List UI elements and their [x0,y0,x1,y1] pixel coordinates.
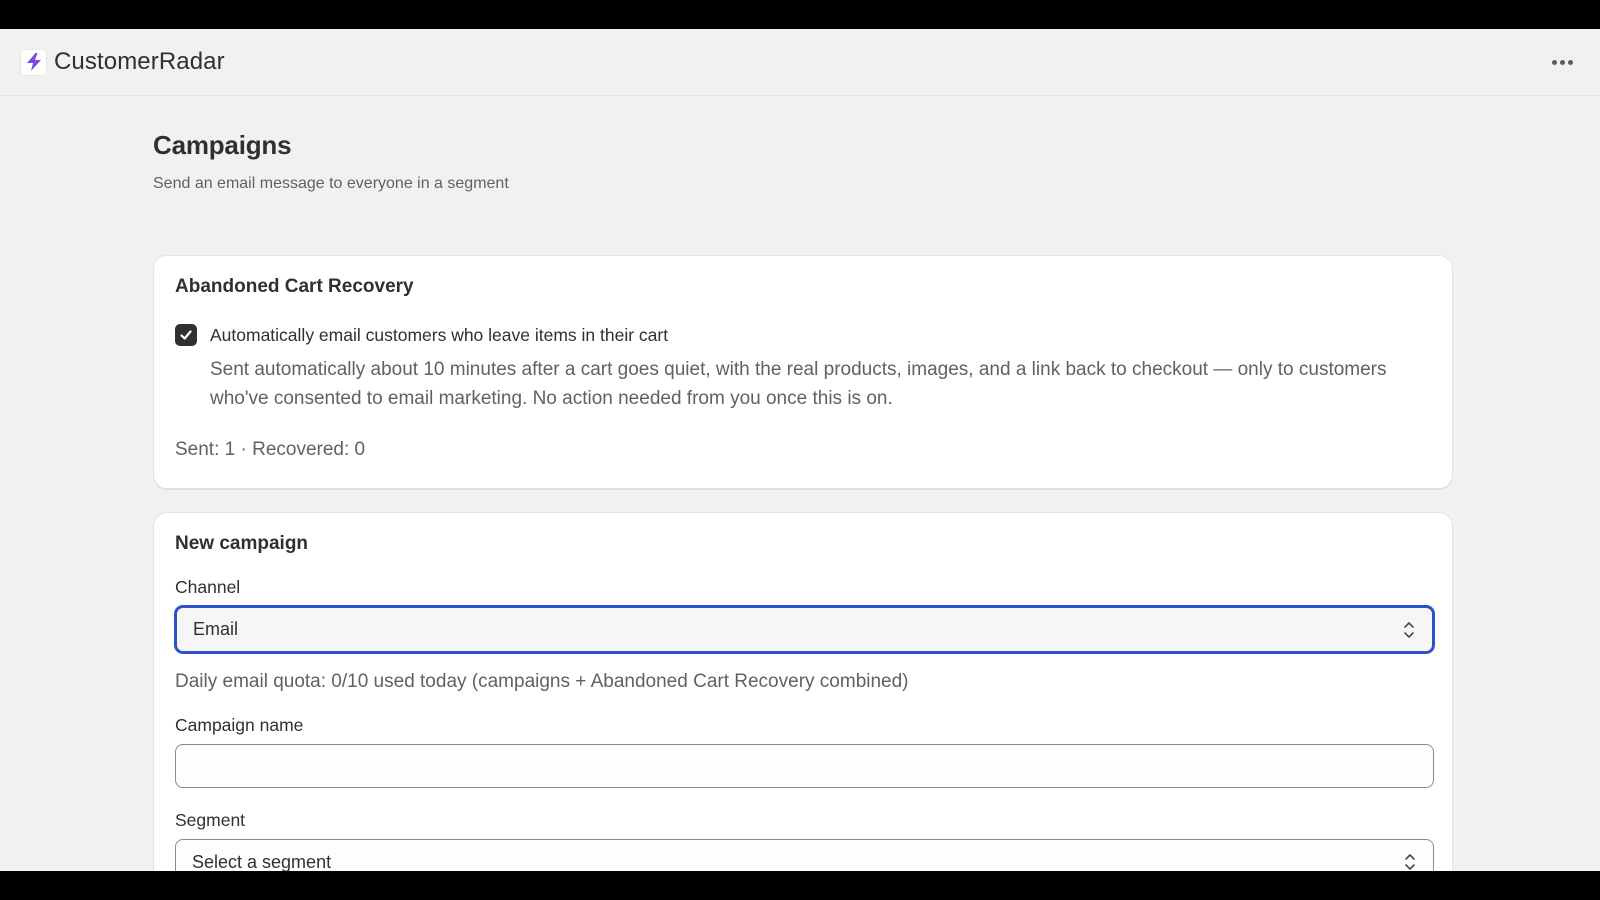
new-campaign-card: New campaign Channel Email Daily email q… [153,512,1453,871]
campaigns-page: Campaigns Send an email message to every… [153,130,1453,871]
more-horizontal-icon [1551,59,1557,65]
select-chevrons-icon [1405,854,1415,870]
abandoned-cart-checkbox-row[interactable]: Automatically email customers who leave … [175,324,1431,346]
page-title: Campaigns [153,130,292,160]
abandoned-cart-checkbox[interactable] [175,324,197,346]
channel-label: Channel [175,577,241,597]
new-campaign-title: New campaign [175,533,309,554]
abandoned-cart-help-text: Sent automatically about 10 minutes afte… [210,359,1387,409]
checkmark-icon [180,330,192,340]
abandoned-cart-title: Abandoned Cart Recovery [175,276,414,297]
lightning-bolt-icon [20,48,47,76]
app-title: CustomerRadar [54,48,225,75]
abandoned-cart-checkbox-label[interactable]: Automatically email customers who leave … [210,324,668,346]
app-header: CustomerRadar [0,29,1600,96]
page-subtitle: Send an email message to everyone in a s… [153,175,509,192]
segment-select-value: Select a segment [192,851,332,872]
more-actions-button[interactable] [1544,44,1580,80]
campaign-name-label: Campaign name [175,715,304,735]
campaign-name-input[interactable] [175,744,1434,788]
select-chevrons-icon [1404,621,1414,638]
segment-label: Segment [175,810,246,830]
email-quota-text: Daily email quota: 0/10 used today (camp… [175,671,909,692]
abandoned-cart-card: Abandoned Cart Recovery Automatically em… [153,255,1453,489]
channel-select[interactable]: Email [175,606,1434,653]
app-viewport: CustomerRadar Campaigns Send an email me… [0,29,1600,871]
abandoned-cart-stats: Sent: 1 · Recovered: 0 [175,439,366,460]
segment-select[interactable]: Select a segment [175,839,1434,871]
channel-select-value: Email [193,619,239,639]
